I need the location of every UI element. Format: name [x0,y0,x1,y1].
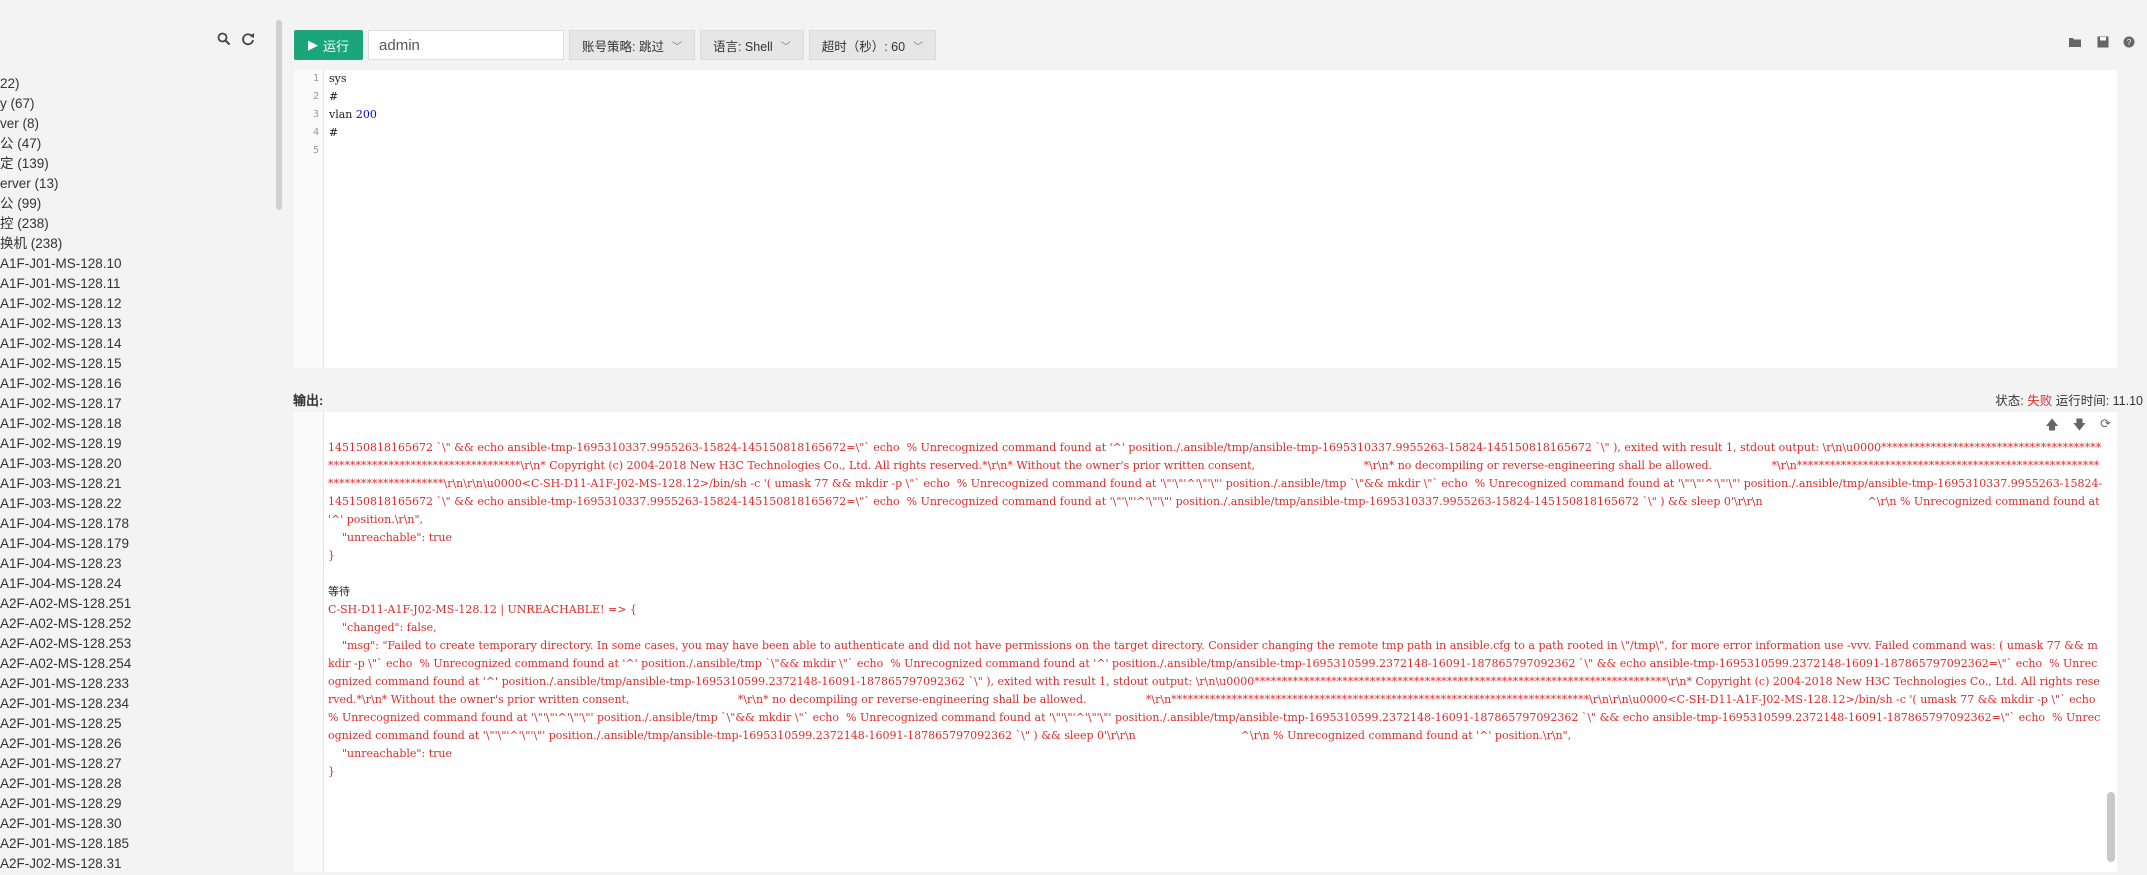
tree-item[interactable]: A1F-J02-MS-128.15 [0,354,131,374]
tree-item[interactable]: A2F-J02-MS-128.31 [0,854,131,874]
tree-item[interactable]: A2F-J01-MS-128.233 [0,674,131,694]
line-number: 3 [312,109,319,120]
folder-open-icon[interactable] [2068,35,2083,51]
runtime-value: 11.10 [2112,394,2143,408]
tree-item[interactable]: A2F-A02-MS-128.253 [0,634,131,654]
chevron-down-icon: ﹀ [780,41,791,53]
tree-item[interactable]: A1F-J02-MS-128.14 [0,334,131,354]
account-policy-dropdown[interactable]: 账号策略: 跳过 ﹀ [569,30,695,60]
tree-item[interactable]: A2F-J01-MS-128.185 [0,834,131,854]
refresh-icon[interactable] [241,32,255,50]
tree-item[interactable]: A2F-J01-MS-128.234 [0,694,131,714]
tree-item[interactable]: A1F-J04-MS-128.179 [0,534,131,554]
line-number: 2 [312,91,319,102]
timeout-label: 超时（秒）: 60 [821,39,906,54]
tree-item[interactable]: A2F-J01-MS-128.25 [0,714,131,734]
svg-text:?: ? [2127,38,2132,47]
output-block: C-SH-D11-A1F-J02-MS-128.12 | UNREACHABLE… [328,603,2101,778]
runtime-label: 运行时间: [2052,394,2113,408]
output-text: 145150818165672 `\" && echo ansible-tmp-… [328,439,2103,781]
tree-item[interactable]: A1F-J04-MS-128.24 [0,574,131,594]
run-button-label: 运行 [323,38,350,54]
run-button[interactable]: ▶ 运行 [294,30,364,60]
tree-item[interactable]: A2F-J01-MS-128.28 [0,774,131,794]
tree-item[interactable]: A1F-J03-MS-128.21 [0,474,131,494]
refresh-icon[interactable]: ⟳ [2100,416,2111,438]
code-line: # [329,90,339,103]
output-panel: 🡅 🡇 ⟳ 145150818165672 `\" && echo ansibl… [294,412,2117,872]
line-number: 5 [312,145,319,156]
tree-item[interactable]: A1F-J01-MS-128.10 [0,254,131,274]
tree-item[interactable]: y (67) [0,94,131,114]
sidebar-tools [217,32,255,50]
code-line: vlan 200 [329,106,377,124]
tree-item[interactable]: 定 (139) [0,154,131,174]
save-icon[interactable] [2097,35,2109,51]
tree-item[interactable]: erver (13) [0,174,131,194]
output-label: 输出: [293,393,324,408]
chevron-down-icon: ﹀ [913,41,924,53]
help-icon[interactable]: ? [2123,35,2135,51]
tree-item[interactable]: A1F-J01-MS-128.11 [0,274,131,294]
run-status: 状态: 失败 运行时间: 11.10 [1995,390,2143,409]
line-number: 1 [312,73,319,84]
tree-item[interactable]: A1F-J04-MS-128.23 [0,554,131,574]
tree-item[interactable]: A2F-J01-MS-128.27 [0,754,131,774]
play-icon: ▶ [308,37,318,52]
timeout-dropdown[interactable]: 超时（秒）: 60 ﹀ [808,30,937,60]
code-keyword: vlan [329,108,356,121]
sidebar-scrollbar[interactable] [276,20,282,210]
tree-item[interactable]: A2F-A02-MS-128.251 [0,594,131,614]
tree-item[interactable]: A2F-J01-MS-128.29 [0,794,131,814]
code-number: 200 [355,108,377,121]
language-label: 语言: Shell [712,39,773,54]
output-tools: 🡅 🡇 ⟳ [2045,416,2111,438]
line-number-gutter: 1 2 3 4 5 [294,70,324,368]
tree-item[interactable]: 控 (238) [0,214,131,234]
tree-item[interactable]: A2F-A02-MS-128.252 [0,614,131,634]
code-lines: sys # vlan 200 # [329,70,377,160]
tree-item[interactable]: 公 (47) [0,134,131,154]
line-number: 4 [312,127,319,138]
tree-item[interactable]: A1F-J02-MS-128.16 [0,374,131,394]
tree-item[interactable]: A2F-J01-MS-128.26 [0,734,131,754]
language-dropdown[interactable]: 语言: Shell ﹀ [699,30,804,60]
script-editor[interactable]: 1 2 3 4 5 sys # vlan 200 # [294,70,2117,368]
tree-item[interactable]: A2F-A02-MS-128.254 [0,654,131,674]
output-block: 145150818165672 `\" && echo ansible-tmp-… [328,441,2103,562]
tree-item[interactable]: 换机 (238) [0,234,131,254]
tree-item[interactable]: A1F-J02-MS-128.19 [0,434,131,454]
tree-item[interactable]: A1F-J04-MS-128.178 [0,514,131,534]
tree-item[interactable]: A1F-J03-MS-128.20 [0,454,131,474]
tree-item[interactable]: A1F-J02-MS-128.18 [0,414,131,434]
code-line: # [329,126,339,139]
code-line: sys [329,72,347,85]
toolbar-right-icons: ? [2068,35,2135,51]
tree-item[interactable]: A1F-J03-MS-128.22 [0,494,131,514]
tree-item[interactable]: A2F-J01-MS-128.30 [0,814,131,834]
output-gutter [294,412,324,872]
tree-item[interactable]: A1F-J02-MS-128.13 [0,314,131,334]
tree-item[interactable]: A1F-J02-MS-128.12 [0,294,131,314]
output-scrollbar[interactable] [2107,792,2115,862]
status-label: 状态: [1995,394,2028,408]
toolbar: ▶ 运行 账号策略: 跳过 ﹀ 语言: Shell ﹀ 超时（秒）: 60 ﹀ [294,30,937,60]
account-policy-label: 账号策略: 跳过 [582,39,664,54]
tree-item[interactable]: 22) [0,74,131,94]
search-icon[interactable] [217,32,231,50]
host-tree-sidebar: 22) y (67) ver (8) 公 (47) 定 (139) erver (13) 公… [0,0,285,875]
user-input[interactable] [368,30,565,60]
arrow-up-icon[interactable]: 🡅 [2045,416,2058,438]
tree-item[interactable]: 公 (99) [0,194,131,214]
status-badge: 失败 [2027,394,2053,408]
host-tree: 22) y (67) ver (8) 公 (47) 定 (139) erver (13) 公… [0,74,131,874]
tree-item[interactable]: A1F-J02-MS-128.17 [0,394,131,414]
chevron-down-icon: ﹀ [671,41,682,53]
waiting-label: 等待 [328,585,350,598]
tree-item[interactable]: ver (8) [0,114,131,134]
arrow-down-icon[interactable]: 🡇 [2073,416,2086,438]
